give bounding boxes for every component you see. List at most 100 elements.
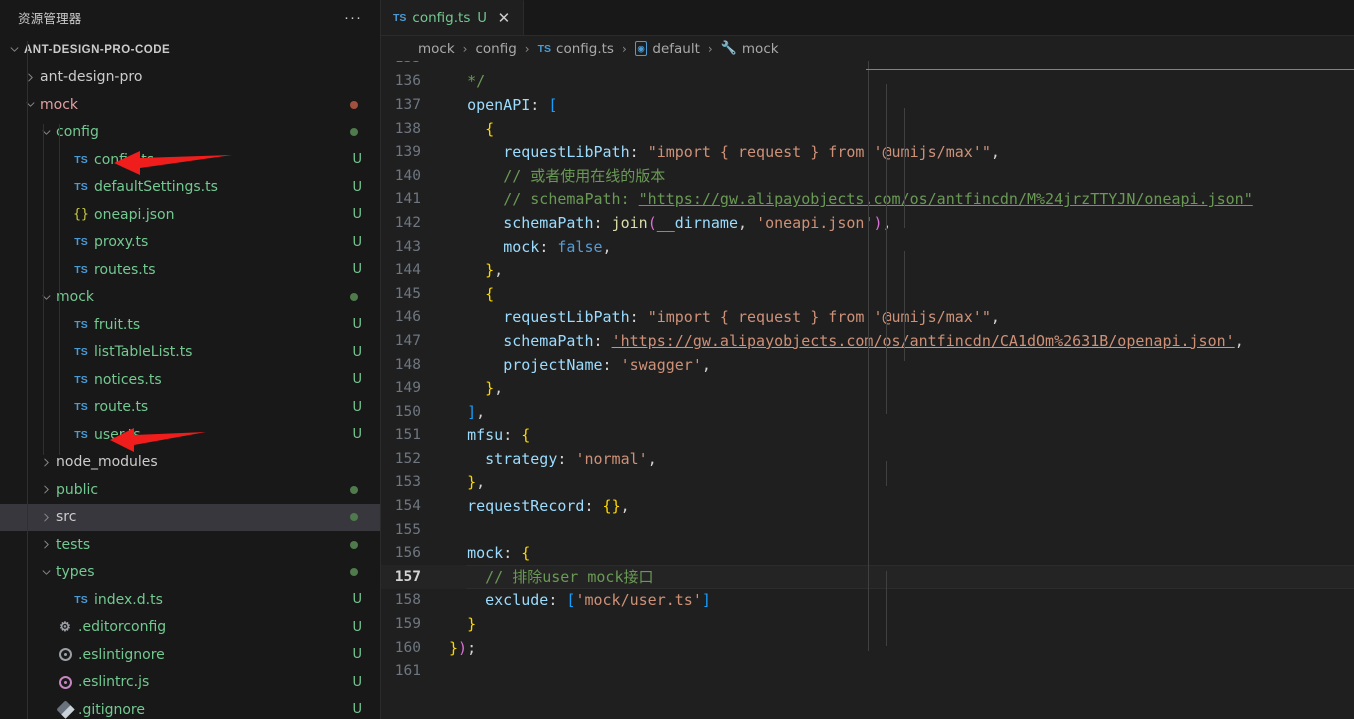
chevron-down-icon[interactable] [22,99,38,110]
tree-item-notices.ts[interactable]: TS notices.ts U [0,366,380,394]
line-content: // 排除user mock接口 [485,568,654,587]
tree-item-public[interactable]: public [0,476,380,504]
line-number: 157 [394,568,421,585]
git-status-badge: U [352,592,362,608]
tree-indent-guide [59,124,60,290]
tree-item-ant-design-pro-code[interactable]: ANT-DESIGN-PRO-CODE [0,36,380,64]
tree-item-label: routes.ts [94,261,156,278]
folder-status-dot [350,540,358,549]
breadcrumb-item-mock[interactable]: 🔧 mock [718,40,782,58]
line-number: 139 [394,144,421,161]
chevron-down-icon[interactable] [6,44,22,55]
tree-item-mock[interactable]: mock [0,91,380,119]
tree-item-defaultsettings.ts[interactable]: TS defaultSettings.ts U [0,174,380,202]
line-content: }); [449,638,477,657]
tree-item-label: node_modules [56,454,158,471]
tree-item-ant-design-pro[interactable]: ant-design-pro [0,64,380,92]
line-number: 158 [394,592,421,609]
tab-config-ts[interactable]: TS config.ts U ✕ [381,0,524,35]
tree-item-types[interactable]: types [0,559,380,587]
tree-item-label: oneapi.json [94,206,175,223]
breadcrumb[interactable]: mock › config › TS config.ts › ◉ default › 🔧 mock [381,36,1354,61]
breadcrumb-item-mock[interactable]: mock [415,40,458,58]
tree-item-mock[interactable]: mock [0,284,380,312]
tree-item-label: defaultSettings.ts [94,179,218,196]
tree-item-label: mock [56,289,95,306]
tree-item-tests[interactable]: tests [0,531,380,559]
line-content: openAPI: [ [467,95,558,114]
typescript-icon: TS [74,428,88,441]
tree-item-.eslintignore[interactable]: .eslintignore U [0,641,380,669]
line-number: 151 [394,427,421,444]
line-number: 145 [394,285,421,302]
explorer-sidebar: 资源管理器 ··· ANT-DESIGN-PRO-CODE ant-design-… [0,0,381,719]
line-number: 152 [394,450,421,467]
git-status-badge: U [352,372,362,388]
chevron-right-icon[interactable] [38,484,54,495]
chevron-down-icon[interactable] [38,292,54,303]
folder-status-dot [350,485,358,494]
line-number: 140 [394,167,421,184]
breadcrumb-label: mock [741,40,779,57]
tree-item-config.ts[interactable]: TS config.ts U [0,146,380,174]
tree-item-label: types [56,564,95,581]
tree-item-.eslintrc.js[interactable]: .eslintrc.js U [0,669,380,697]
tree-item-.gitignore[interactable]: .gitignore U [0,696,380,719]
tree-item-listtablelist.ts[interactable]: TS listTableList.ts U [0,339,380,367]
line-number: 138 [394,120,421,137]
chevron-right-icon[interactable] [38,457,54,468]
line-content: mock: false, [503,237,612,256]
breadcrumb-separator-icon: › [524,41,530,56]
line-number: 155 [394,521,421,538]
code-line-161[interactable]: 161 [381,659,1354,683]
file-tree[interactable]: ANT-DESIGN-PRO-CODE ant-design-pro mock con… [0,35,380,719]
line-content: schemaPath: join(__dirname, 'oneapi.json… [503,213,892,232]
code-indent-guide [886,84,887,414]
line-number: 147 [394,332,421,349]
breadcrumb-item-config[interactable]: config [472,40,519,58]
git-icon [54,700,76,719]
line-content: mock: { [467,544,531,563]
tree-item-routes.ts[interactable]: TS routes.ts U [0,256,380,284]
chevron-right-icon[interactable] [22,72,38,83]
tab-git-status-badge: U [477,10,487,26]
chevron-down-icon[interactable] [38,567,54,578]
tree-item-oneapi.json[interactable]: {} oneapi.json U [0,201,380,229]
tree-item-route.ts[interactable]: TS route.ts U [0,394,380,422]
chevron-right-icon[interactable] [38,512,54,523]
breadcrumb-item-default[interactable]: ◉ default [632,40,703,58]
breadcrumb-item-config.ts[interactable]: TS config.ts [535,40,617,58]
line-number: 142 [394,214,421,231]
line-number: 135 [381,61,443,66]
code-indent-guide [886,571,887,646]
chevron-right-icon[interactable] [38,539,54,550]
tree-item-proxy.ts[interactable]: TS proxy.ts U [0,229,380,257]
tree-item-user.ts[interactable]: TS user.ts U [0,421,380,449]
typescript-icon: TS [393,12,407,24]
line-number: 154 [394,498,421,515]
git-status-badge: U [352,399,362,415]
breadcrumb-separator-icon: › [621,41,627,56]
line-number: 150 [394,403,421,420]
line-number: 137 [394,96,421,113]
chevron-down-icon[interactable] [38,127,54,138]
git-status-badge: U [352,647,362,663]
vscode-window: 资源管理器 ··· ANT-DESIGN-PRO-CODE ant-design-… [0,0,1354,719]
tree-item-src[interactable]: src [0,503,380,531]
line-content: strategy: 'normal', [485,449,657,468]
breadcrumb-label: default [652,40,700,57]
git-status-badge: U [352,207,362,223]
typescript-icon: TS [74,401,88,414]
tree-item-index.d.ts[interactable]: TS index.d.ts U [0,586,380,614]
line-content: requestLibPath: "import { request } from… [503,143,1000,162]
tree-item-node_modules[interactable]: node_modules [0,449,380,477]
line-content: projectName: 'swagger', [503,355,711,374]
explorer-more-actions-icon[interactable]: ··· [338,10,368,25]
tree-item-.editorconfig[interactable]: ⚙ .editorconfig U [0,614,380,642]
line-content: ], [467,402,486,421]
code-editor[interactable]: 135 136 */ 137 openAPI: [138 {139 requestL… [381,61,1354,719]
close-icon[interactable]: ✕ [495,9,513,27]
tree-item-config[interactable]: config [0,119,380,147]
tree-item-fruit.ts[interactable]: TS fruit.ts U [0,311,380,339]
typescript-icon: TS [74,346,88,359]
